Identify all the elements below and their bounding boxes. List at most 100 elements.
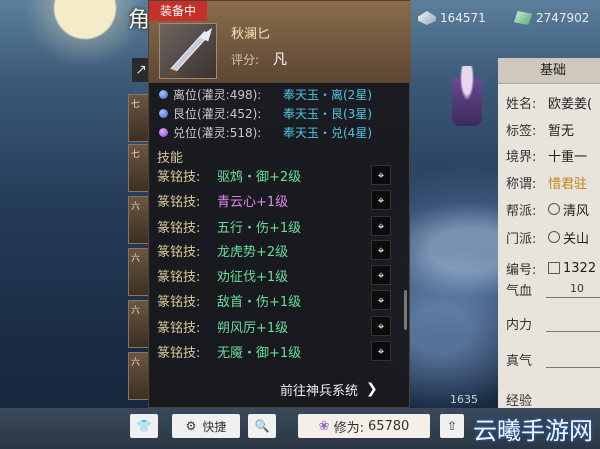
search-button[interactable]: 🔍: [248, 414, 276, 438]
equipment-slot[interactable]: 六: [128, 352, 150, 400]
equipment-slot[interactable]: 六: [128, 300, 150, 348]
skill-prefix: 篆铭技:: [157, 320, 201, 336]
skill-detail-button[interactable]: ⌖: [371, 265, 391, 285]
lotus-icon: ❀: [318, 418, 330, 434]
skill-prefix: 篆铭技:: [157, 345, 201, 361]
currency-jade: 2747902: [514, 6, 589, 30]
stat-value: 10: [570, 282, 584, 295]
skill-detail-button[interactable]: ⌖: [371, 190, 391, 210]
quick-button[interactable]: ⚙ 快捷: [172, 414, 240, 438]
equipment-slot[interactable]: 七: [128, 144, 150, 192]
gem-name: 奉天玉・兑(4星): [283, 125, 372, 140]
stat-hp: 气血 10: [506, 280, 600, 310]
stat-qi: 真气: [506, 350, 600, 380]
search-icon: 🔍: [254, 419, 270, 433]
skill-row: 篆铭技: 无魇・御+1级 ⌖: [157, 340, 397, 362]
gem-name: 奉天玉・艮(3星): [283, 106, 372, 121]
gem-slot: 兑位(灌灵:518):: [173, 125, 262, 140]
stat-label: 真气: [506, 354, 533, 369]
dagger-icon: [159, 23, 217, 79]
stat-label: 内力: [506, 318, 533, 333]
power-value: 1635: [450, 393, 478, 406]
watermark: 云曦手游网: [473, 417, 593, 445]
goto-divine-weapon-button[interactable]: 前往神兵系统 ❯: [280, 377, 378, 401]
skill-row: 篆铭技: 五行・伤+1级 ⌖: [157, 215, 397, 237]
upgrade-button[interactable]: ⇧: [440, 414, 464, 438]
info-value: 欧姜姜(: [548, 96, 593, 112]
id-icon: [548, 262, 560, 274]
slot-level: 六: [131, 202, 141, 212]
slot-level: 六: [131, 254, 141, 264]
info-row-realm: 境界: 十重一: [506, 144, 600, 166]
character-figure: [452, 66, 482, 126]
gem-slot: 离位(灌灵:498):: [173, 87, 262, 102]
skill-name: 龙虎势+2级: [217, 244, 289, 260]
equipment-slot[interactable]: 六: [128, 248, 150, 296]
info-label: 帮派:: [506, 203, 537, 219]
currency-jade-value: 2747902: [536, 11, 590, 25]
skill-detail-button[interactable]: ⌖: [371, 240, 391, 260]
equipment-slot-strip: 七 七 六 六 六 六: [128, 58, 150, 408]
skill-name: 无魇・御+1级: [217, 345, 302, 361]
skill-row: 篆铭技: 朔风厉+1级 ⌖: [157, 315, 397, 337]
goto-label: 前往神兵系统: [280, 383, 359, 399]
info-value[interactable]: 清风: [563, 200, 589, 219]
skill-name: 敌首・伤+1级: [217, 294, 302, 310]
gem-slot: 艮位(灌灵:452):: [173, 106, 262, 121]
equipment-slot[interactable]: 六: [128, 196, 150, 244]
stat-bar: [546, 331, 600, 332]
skill-detail-button[interactable]: ⌖: [371, 290, 391, 310]
gem-name: 奉天玉・离(2星): [283, 87, 372, 102]
info-row-sect: 门派: 关山: [506, 226, 600, 248]
sect-icon: [548, 231, 560, 243]
currency-silver: 164571: [418, 6, 486, 30]
gem-row: 离位(灌灵:498): 奉天玉・离(2星): [159, 85, 372, 103]
shirt-icon: 👕: [136, 419, 152, 433]
arrow-up-icon: ⇧: [446, 419, 458, 433]
slot-level: 六: [131, 358, 141, 368]
skill-prefix: 篆铭技:: [157, 244, 201, 260]
info-label: 标签:: [506, 123, 537, 139]
stat-label: 气血: [506, 284, 533, 299]
skill-detail-button[interactable]: ⌖: [371, 165, 391, 185]
cultivation-display[interactable]: ❀ 修为: 65780: [298, 414, 430, 438]
slot-level: 七: [131, 150, 141, 160]
skill-name: 驱鸩・御+2级: [217, 169, 302, 185]
skill-name: 青云心+1级: [217, 194, 289, 210]
currency-silver-value: 164571: [440, 11, 486, 25]
outfit-button[interactable]: 👕: [130, 414, 158, 438]
item-score-value: 凡: [273, 52, 287, 68]
tooltip-scrollbar[interactable]: [404, 290, 407, 330]
stat-bar: [546, 297, 600, 298]
silver-ingot-icon: [418, 11, 436, 25]
info-label: 称谓:: [506, 176, 537, 192]
skill-detail-button[interactable]: ⌖: [371, 341, 391, 361]
info-value[interactable]: 惜君驻: [548, 173, 587, 192]
jade-icon: [514, 11, 532, 25]
equipment-slot[interactable]: 七: [128, 94, 150, 142]
window-title: 角: [128, 8, 151, 33]
skill-prefix: 篆铭技:: [157, 220, 201, 236]
slot-level: 六: [131, 306, 141, 316]
equipment-tooltip: 装备中 秋澜匕 评分: 凡 离位(灌灵:498): 奉天玉・离(2星) 艮位(灌…: [148, 0, 411, 408]
cultivation-label: 修为:: [333, 420, 364, 436]
tab-basic[interactable]: 基础: [498, 58, 600, 84]
skill-prefix: 篆铭技:: [157, 194, 201, 210]
info-panel: 基础 姓名: 欧姜姜( 标签: 暂无 境界: 十重一 称谓: 惜君驻 帮派: 清…: [498, 58, 600, 418]
gem-icon: [159, 108, 168, 118]
info-value: 1322: [563, 260, 597, 276]
info-value[interactable]: 关山: [563, 228, 589, 247]
stat-label: 经验: [506, 394, 533, 409]
skill-detail-button[interactable]: ⌖: [371, 216, 391, 236]
skill-prefix: 篆铭技:: [157, 294, 201, 310]
skill-row: 篆铭技: 驱鸩・御+2级 ⌖: [157, 164, 397, 186]
gear-icon: ⚙: [185, 419, 197, 433]
info-row-guild: 帮派: 清风: [506, 198, 600, 220]
info-row-title: 称谓: 惜君驻: [506, 171, 600, 193]
gem-row: 艮位(灌灵:452): 奉天玉・艮(3星): [159, 104, 372, 122]
item-name: 秋澜匕: [231, 27, 271, 42]
info-label: 编号:: [506, 262, 537, 278]
gem-icon: [159, 127, 168, 137]
skill-detail-button[interactable]: ⌖: [371, 316, 391, 336]
info-row-id: 编号: 1322: [506, 257, 600, 279]
